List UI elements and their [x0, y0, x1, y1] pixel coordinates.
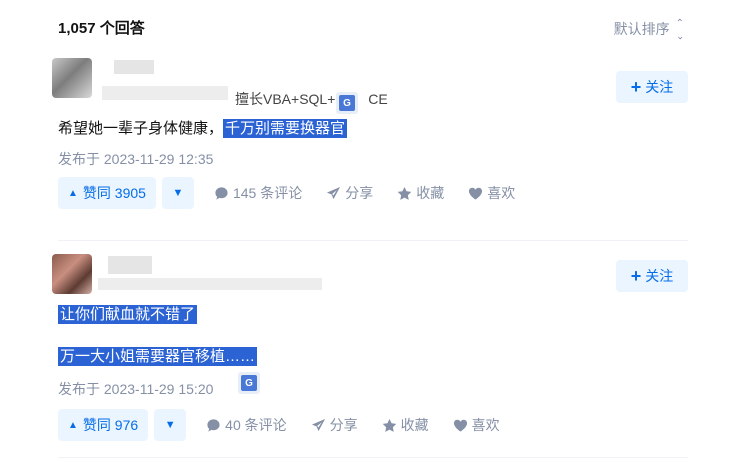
triangle-up-icon: ▲ [68, 419, 78, 431]
heart-icon [469, 187, 483, 200]
answer-card: 擅长VBA+SQL+O CE G + 关注 希望她一辈子身体健康， 千万别需要换器官… [52, 58, 688, 233]
like-button[interactable]: 喜欢 [453, 415, 500, 435]
follow-button[interactable]: + 关注 [616, 260, 688, 292]
comments-button[interactable]: 145 条评论 [214, 183, 302, 203]
upvote-button[interactable]: ▲ 赞同 976 [58, 409, 149, 441]
triangle-down-icon: ▼ [164, 419, 176, 431]
sort-dropdown[interactable]: 默认排序 ⌃ ⌃ [613, 18, 684, 41]
answer-content-line: 让你们献血就不错了 [58, 304, 198, 326]
share-icon [311, 418, 325, 431]
star-icon [397, 186, 412, 200]
author-tagline: 擅长VBA+SQL+O CE [235, 91, 388, 107]
comments-button[interactable]: 40 条评论 [206, 415, 287, 435]
divider [58, 240, 688, 241]
triangle-up-icon: ▲ [68, 187, 78, 199]
answer-actions: ▲ 赞同 3905 ▼ 145 条评论 分享 收藏 喜欢 [58, 177, 515, 209]
sort-chevron-icon: ⌃ ⌃ [675, 18, 684, 41]
follow-button[interactable]: + 关注 [616, 71, 688, 103]
collect-button[interactable]: 收藏 [382, 415, 429, 435]
downvote-button[interactable]: ▼ [154, 409, 187, 441]
answer-card: + 关注 让你们献血就不错了 万一大小姐需要器官移植…… G 发布于 2023-… [52, 250, 688, 450]
author-meta-blurred [102, 86, 228, 100]
answers-header: 1,057 个回答 默认排序 ⌃ ⌃ [58, 18, 684, 42]
publish-date[interactable]: 发布于 2023-11-29 12:35 [58, 149, 213, 169]
selected-text: 让你们献血就不错了 [58, 305, 198, 324]
answer-count: 1,057 个回答 [58, 20, 145, 37]
triangle-down-icon: ▼ [172, 187, 184, 199]
comment-icon [207, 418, 220, 432]
downvote-button[interactable]: ▼ [161, 177, 194, 209]
author-name-blurred[interactable] [114, 60, 154, 74]
heart-icon [453, 419, 467, 432]
share-button[interactable]: 分享 [326, 183, 373, 203]
selected-text: 万一大小姐需要器官移植…… [58, 347, 258, 366]
collect-button[interactable]: 收藏 [397, 183, 444, 203]
like-button[interactable]: 喜欢 [468, 183, 515, 203]
upvote-button[interactable]: ▲ 赞同 3905 [58, 177, 156, 209]
share-icon [327, 186, 341, 199]
avatar[interactable] [52, 58, 92, 98]
translate-icon[interactable]: G [336, 92, 358, 114]
selected-text: 千万别需要换器官 [223, 119, 348, 138]
star-icon [382, 418, 396, 432]
comment-icon [215, 186, 228, 200]
author-meta-blurred [98, 278, 322, 290]
plus-icon: + [630, 77, 642, 97]
answer-content: 希望她一辈子身体健康， 千万别需要换器官 [58, 119, 348, 138]
sort-label: 默认排序 [613, 21, 670, 37]
share-button[interactable]: 分享 [311, 415, 358, 435]
translate-icon[interactable]: G [238, 372, 260, 394]
divider [58, 457, 688, 458]
author-name-blurred[interactable] [108, 256, 152, 274]
answer-content-line: 万一大小姐需要器官移植…… [58, 346, 258, 368]
publish-date[interactable]: 发布于 2023-11-29 15:20 [58, 379, 213, 399]
avatar[interactable] [52, 254, 92, 294]
answer-actions: ▲ 赞同 976 ▼ 40 条评论 分享 收藏 喜欢 [58, 409, 500, 441]
plus-icon: + [630, 266, 642, 286]
